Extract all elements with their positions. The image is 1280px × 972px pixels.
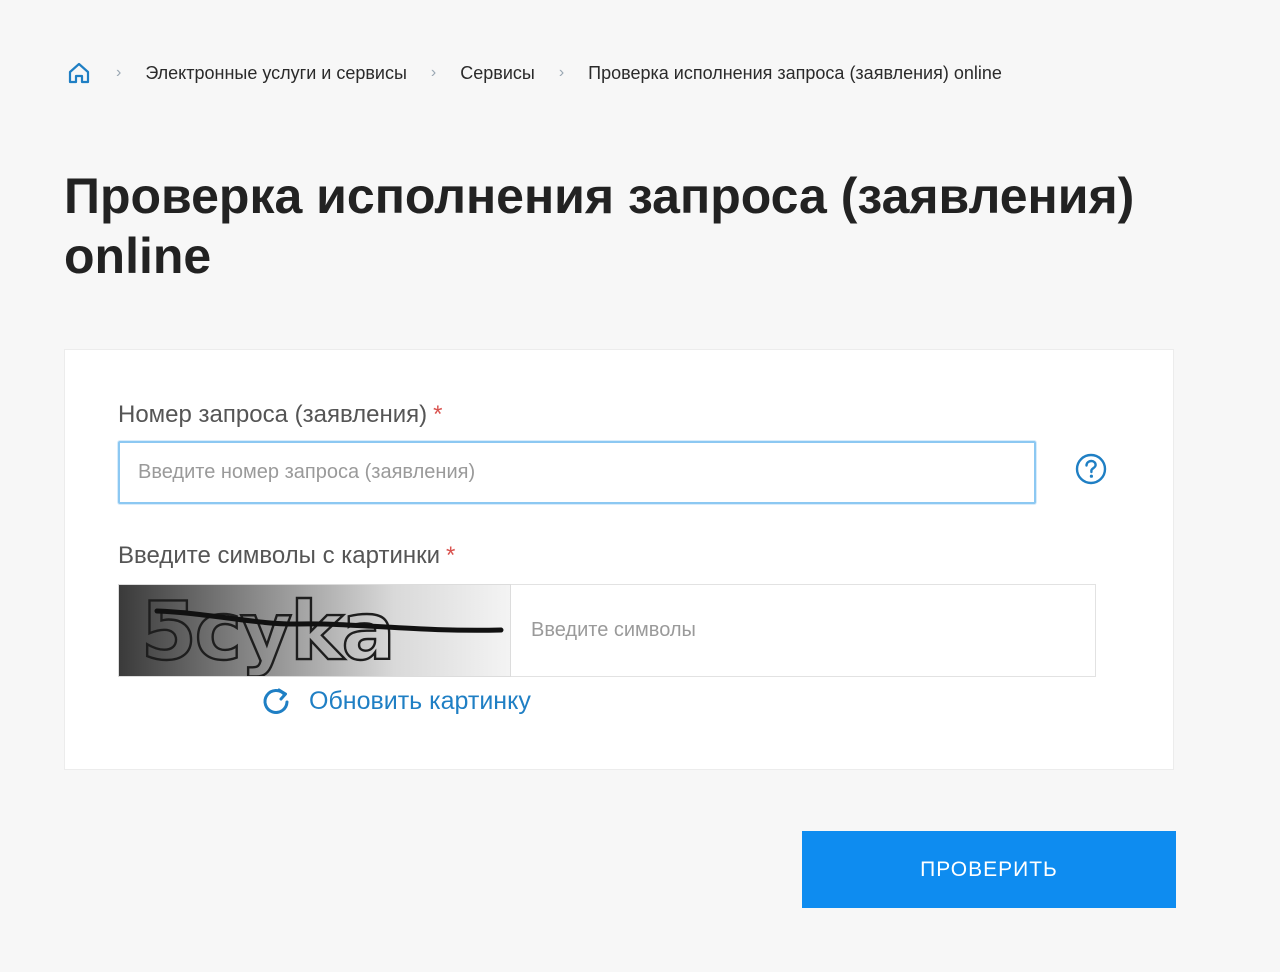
captcha-text: 5cyka [141, 585, 393, 677]
request-number-label: Номер запроса (заявления) * [118, 401, 442, 429]
captcha-label-text: Введите символы с картинки [118, 542, 441, 569]
breadcrumb: › Электронные услуги и сервисы › Сервисы… [66, 58, 1002, 88]
question-circle-icon[interactable] [1075, 453, 1107, 485]
required-mark: * [433, 401, 443, 428]
breadcrumb-separator: › [430, 64, 437, 81]
required-mark: * [446, 542, 456, 569]
page-title: Проверка исполнения запроса (заявления) … [64, 168, 1135, 284]
breadcrumb-link-electronic-services[interactable]: Электронные услуги и сервисы [145, 63, 407, 84]
refresh-captcha-label: Обновить картинку [309, 686, 531, 715]
request-number-input[interactable] [118, 441, 1036, 504]
request-number-label-text: Номер запроса (заявления) [118, 401, 428, 428]
refresh-icon [263, 688, 289, 714]
home-icon[interactable] [66, 60, 92, 86]
breadcrumb-link-services[interactable]: Сервисы [460, 63, 535, 84]
breadcrumb-current: Проверка исполнения запроса (заявления) … [588, 62, 1002, 83]
check-button[interactable]: ПРОВЕРИТЬ [802, 831, 1176, 908]
breadcrumb-separator: › [558, 64, 565, 81]
captcha-label: Введите символы с картинки * [118, 542, 455, 570]
refresh-captcha-link[interactable]: Обновить картинку [261, 686, 531, 716]
request-check-form: Номер запроса (заявления)* Введите симво… [64, 349, 1174, 770]
breadcrumb-separator: › [116, 64, 122, 81]
captcha-image: 5cyka [118, 584, 511, 677]
captcha-input[interactable] [511, 584, 1096, 677]
